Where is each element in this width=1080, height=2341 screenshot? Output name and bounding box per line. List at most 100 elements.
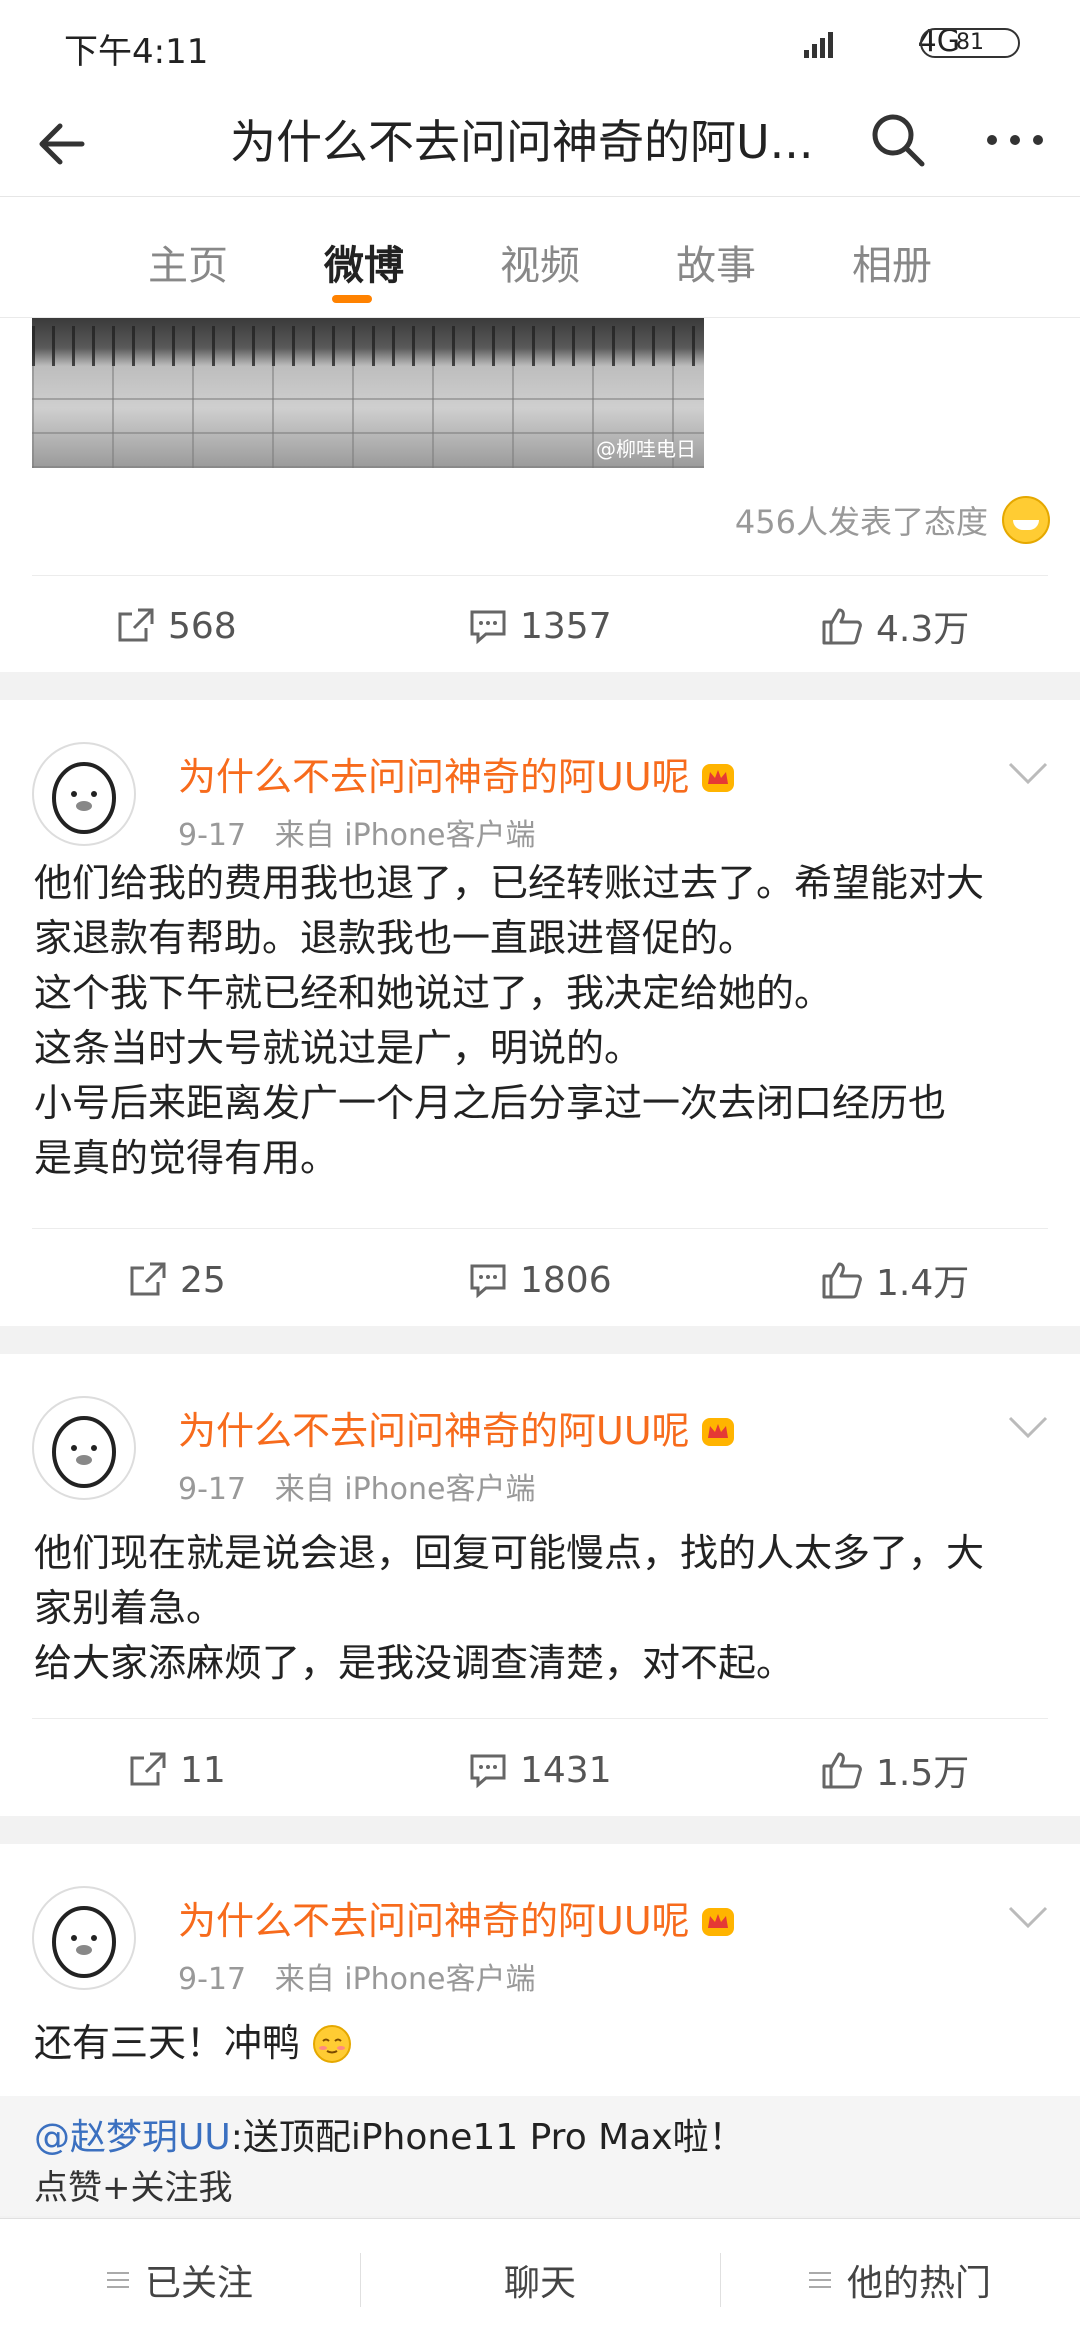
post-image[interactable]: @柳哇电日	[32, 318, 704, 468]
post-actions: 568 1357 4.3万	[0, 576, 1080, 676]
back-arrow-icon[interactable]	[32, 112, 96, 176]
repost-button[interactable]: 11	[128, 1720, 226, 1820]
thumbs-up-icon	[822, 1752, 862, 1789]
like-count: 1.5万	[876, 1753, 970, 1794]
image-watermark: @柳哇电日	[596, 437, 696, 461]
vip-crown-icon	[701, 1418, 734, 1446]
post-line: 是真的觉得有用。	[34, 1136, 339, 1180]
post-body: 他们现在就是说会退，回复可能慢点，找的人太多了，大 家别着急。 给大家添麻烦了，…	[34, 1526, 1050, 1691]
more-options-icon[interactable]	[980, 108, 1050, 172]
post-line: 还有三天！冲鸭	[34, 2021, 301, 2065]
thumbs-up-icon	[822, 1262, 862, 1299]
comment-icon	[470, 1754, 506, 1789]
repost-button[interactable]: 25	[128, 1230, 226, 1330]
battery-indicator: 81	[920, 28, 1020, 58]
repost-count: 11	[180, 1749, 226, 1791]
tab-home[interactable]: 主页	[128, 233, 248, 291]
like-button[interactable]: 1.4万	[820, 1230, 969, 1330]
username-text: 为什么不去问问神奇的阿UU呢	[178, 1899, 690, 1943]
repost-count: 568	[168, 605, 237, 647]
bottom-action-bar: 已关注 聊天 他的热门	[0, 2218, 1080, 2341]
status-bar: 下午4:11 4G 81	[0, 0, 1080, 90]
username-text: 为什么不去问问神奇的阿UU呢	[178, 1409, 690, 1453]
tab-story[interactable]: 故事	[656, 233, 776, 291]
menu-lines-icon	[808, 2272, 831, 2288]
hot-posts-button[interactable]: 他的热门	[720, 2219, 1080, 2341]
promo-banner[interactable]: @赵梦玥UU:送顶配iPhone11 Pro Max啦！ 点赞+关注我	[0, 2096, 1080, 2216]
chat-button[interactable]: 聊天	[360, 2219, 720, 2341]
repost-icon	[130, 1262, 166, 1296]
post-username[interactable]: 为什么不去问问神奇的阿UU呢	[178, 1890, 736, 1945]
post-meta: 9-17 来自 iPhone客户端	[178, 1954, 536, 1998]
post-actions: 11 1431 1.5万	[0, 1720, 1080, 1820]
avatar-egg-icon	[52, 1416, 116, 1488]
post-source: 来自 iPhone客户端	[274, 1472, 536, 1507]
post-date: 9-17	[178, 1472, 247, 1507]
comment-icon	[470, 1264, 506, 1299]
repost-count: 25	[180, 1259, 226, 1301]
like-button[interactable]: 1.5万	[820, 1720, 969, 1820]
avatar-egg-icon	[52, 762, 116, 834]
post-meta: 9-17 来自 iPhone客户端	[178, 1464, 536, 1508]
post-line: 家别着急。	[34, 1586, 225, 1630]
post-line: 家退款有帮助。退款我也一直跟进督促的。	[34, 916, 757, 960]
post-meta: 9-17 来自 iPhone客户端	[178, 810, 536, 854]
chevron-down-icon[interactable]	[1006, 1904, 1050, 1930]
post-line: 小号后来距离发广一个月之后分享过一次去闭口经历也	[34, 1081, 947, 1125]
post-username[interactable]: 为什么不去问问神奇的阿UU呢	[178, 1400, 736, 1455]
promo-line-2: 点赞+关注我	[34, 2168, 233, 2208]
post-line: 这条当时大号就说过是广，明说的。	[34, 1026, 643, 1070]
post-date: 9-17	[178, 1962, 247, 1997]
chevron-down-icon[interactable]	[1006, 1414, 1050, 1440]
avatar-egg-icon	[52, 1906, 116, 1978]
post-source: 来自 iPhone客户端	[274, 818, 536, 853]
signal-icon	[804, 32, 833, 58]
hot-posts-label: 他的热门	[846, 2263, 991, 2304]
profile-tabs: 主页 微博 视频 故事 相册	[0, 197, 1080, 318]
divider	[32, 1718, 1048, 1719]
followed-button[interactable]: 已关注	[0, 2219, 360, 2341]
comment-button[interactable]: 1357	[468, 576, 612, 676]
search-icon[interactable]	[866, 108, 930, 172]
post-line: 他们给我的费用我也退了，已经转账过去了。希望能对大	[34, 861, 985, 905]
tab-video[interactable]: 视频	[480, 233, 600, 291]
reactions-text: 456人发表了态度	[734, 503, 988, 541]
like-count: 4.3万	[876, 609, 970, 650]
comment-icon	[470, 610, 506, 645]
like-button[interactable]: 4.3万	[820, 576, 969, 676]
chat-label: 聊天	[503, 2263, 576, 2304]
repost-button[interactable]: 568	[116, 576, 237, 676]
laugh-emoji-icon	[1002, 496, 1050, 544]
post-line: 他们现在就是说会退，回复可能慢点，找的人太多了，大	[34, 1531, 985, 1575]
menu-lines-icon	[106, 2272, 129, 2288]
post-line: 这个我下午就已经和她说过了，我决定给她的。	[34, 971, 833, 1015]
top-nav-bar: 为什么不去问问神奇的阿U...	[0, 90, 1080, 197]
thumbs-up-icon	[822, 608, 862, 645]
avatar[interactable]	[32, 1886, 136, 1990]
post-source: 来自 iPhone客户端	[274, 1962, 536, 1997]
comment-button[interactable]: 1431	[468, 1720, 612, 1820]
followed-label: 已关注	[144, 2263, 253, 2304]
promo-mention[interactable]: @赵梦玥UU	[34, 2117, 231, 2158]
vip-crown-icon	[701, 1908, 734, 1936]
post-line: 给大家添麻烦了，是我没调查清楚，对不起。	[34, 1641, 795, 1685]
repost-icon	[130, 1752, 166, 1786]
chevron-down-icon[interactable]	[1006, 760, 1050, 786]
tab-weibo[interactable]: 微博	[304, 233, 424, 291]
post-username[interactable]: 为什么不去问问神奇的阿UU呢	[178, 746, 736, 801]
promo-line-1: @赵梦玥UU:送顶配iPhone11 Pro Max啦！	[34, 2108, 745, 2160]
tab-album[interactable]: 相册	[832, 233, 952, 291]
post-actions: 25 1806 1.4万	[0, 1230, 1080, 1330]
post-date: 9-17	[178, 818, 247, 853]
comment-count: 1431	[520, 1749, 612, 1791]
like-count: 1.4万	[876, 1263, 970, 1304]
post-body: 他们给我的费用我也退了，已经转账过去了。希望能对大 家退款有帮助。退款我也一直跟…	[34, 856, 1050, 1186]
comment-count: 1357	[520, 605, 612, 647]
avatar[interactable]	[32, 1396, 136, 1500]
comment-count: 1806	[520, 1259, 612, 1301]
reactions-summary[interactable]: 456人发表了态度	[735, 496, 1050, 544]
divider	[32, 1228, 1048, 1229]
avatar[interactable]	[32, 742, 136, 846]
post-body: 还有三天！冲鸭	[34, 2016, 1050, 2071]
comment-button[interactable]: 1806	[468, 1230, 612, 1330]
